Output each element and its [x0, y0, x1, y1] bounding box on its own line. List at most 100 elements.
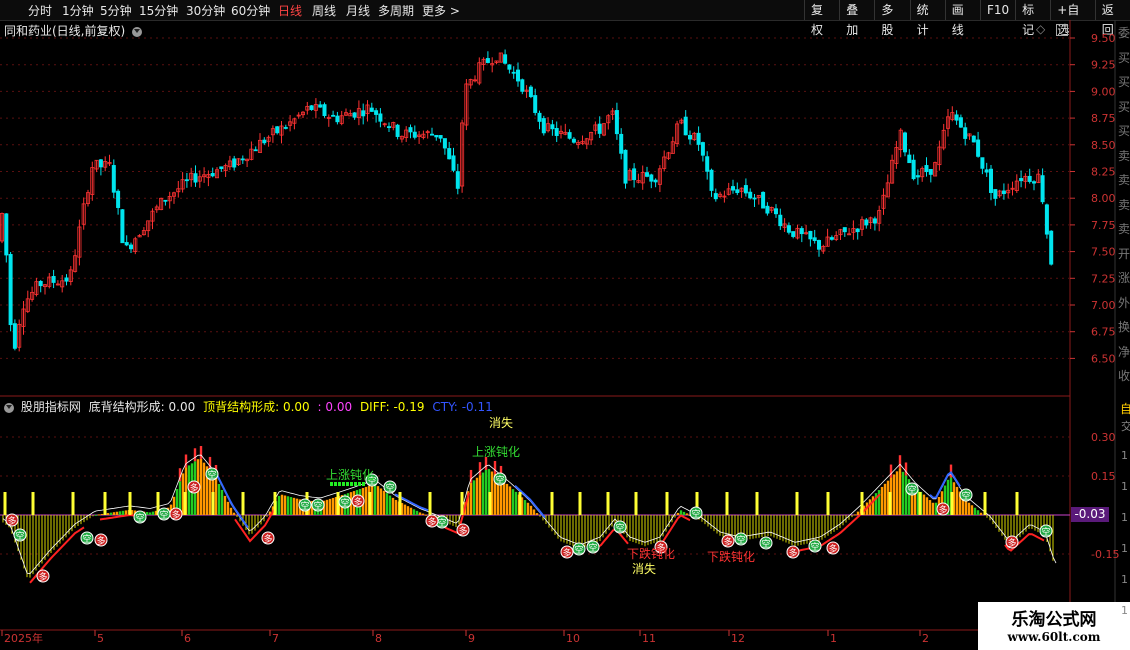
candle-body — [864, 219, 869, 226]
date-label-10: 2 — [922, 632, 929, 645]
ind-pos-bar — [277, 495, 281, 515]
side-tab-4[interactable]: 买 — [1118, 122, 1130, 139]
ind-pos-bar — [112, 512, 116, 515]
price-tick-label: 7.50 — [1091, 246, 1116, 259]
ind-pos-bar — [877, 490, 881, 515]
candle-body — [361, 110, 366, 117]
side-tab-10[interactable]: 涨 — [1118, 269, 1130, 286]
kong-marker-3-label: 空 — [159, 509, 168, 521]
annotation-rise-blunt-2: 上涨钝化 — [325, 468, 375, 482]
ind-tick-label: -0.15 — [1091, 548, 1119, 561]
right-edge-mark-1: 1 — [1121, 449, 1128, 462]
candle-body — [761, 191, 766, 209]
price-tick-label: 6.75 — [1091, 326, 1116, 339]
yellow-marker — [3, 492, 7, 515]
yellow-marker — [983, 492, 987, 515]
side-tab-14[interactable]: 收 — [1118, 367, 1130, 384]
side-tab-7[interactable]: 卖 — [1118, 196, 1130, 213]
yellow-marker — [755, 492, 759, 515]
duo-marker-4-label: 多 — [189, 482, 198, 494]
side-tab-11[interactable]: 外 — [1118, 294, 1130, 311]
indicator-collapse-icon[interactable] — [4, 402, 14, 413]
side-tab-12[interactable]: 换 — [1118, 318, 1130, 335]
ind-pos-bar — [676, 512, 680, 515]
ind-pos-bar — [295, 498, 299, 515]
ind-pos-bar — [412, 509, 416, 515]
candle-body — [688, 134, 693, 140]
ind-pos-bar — [880, 486, 884, 515]
side-tab-0[interactable]: 委 — [1118, 24, 1130, 41]
candle-body — [1027, 175, 1032, 182]
date-label-5: 9 — [468, 632, 475, 645]
candle-body — [275, 126, 280, 134]
ind-pos-bar — [220, 489, 224, 515]
candle-body — [735, 189, 740, 194]
candle-body — [645, 172, 650, 177]
ind-pos-bar — [151, 511, 155, 515]
duo-marker-12-label: 多 — [788, 547, 797, 559]
candle-body — [778, 214, 783, 227]
ind-pos-bar — [418, 512, 422, 515]
side-tab-5[interactable]: 卖 — [1118, 147, 1130, 164]
side-tab-2[interactable]: 买 — [1118, 73, 1130, 90]
side-tab-9[interactable]: 开 — [1118, 245, 1130, 262]
price-tick-label: 7.25 — [1091, 272, 1116, 285]
side-tab-13[interactable]: 净 — [1118, 343, 1130, 360]
candle-body — [516, 69, 521, 82]
chart-canvas[interactable]: 9.50 9.25 9.00 8.75 8.50 8.25 8.00 7.75 7.50 7.25… — [0, 0, 1130, 650]
candle-body — [507, 64, 512, 70]
ind-pos-bar — [475, 477, 479, 515]
date-label-9: 1 — [830, 632, 837, 645]
date-label-8: 12 — [731, 632, 745, 645]
ind-pos-bar — [526, 502, 530, 515]
side-tab-8[interactable]: 卖 — [1118, 220, 1130, 237]
ind-pos-bar — [853, 514, 857, 516]
candle-body — [993, 189, 998, 199]
ind-pos-bar — [922, 494, 926, 515]
date-label-2: 6 — [184, 632, 191, 645]
kong-marker-10-label: 空 — [437, 517, 446, 529]
date-label-3: 7 — [272, 632, 279, 645]
ind-pos-bar — [970, 505, 974, 515]
candle-body — [731, 186, 736, 191]
ind-pos-bar — [679, 510, 683, 515]
ind-pos-bar — [100, 513, 104, 515]
right-tab-label[interactable]: 自 — [1120, 400, 1130, 417]
candle-body — [903, 132, 908, 153]
price-tick-label: 8.75 — [1091, 112, 1116, 125]
price-tick-label: 7.75 — [1091, 219, 1116, 232]
annotation-rise-blunt-1: 上涨钝化 — [471, 445, 521, 459]
date-label-0: 2025年 — [4, 631, 43, 645]
side-tab-1[interactable]: 买 — [1118, 49, 1130, 66]
duo-marker-2-label: 多 — [96, 535, 105, 547]
candle-body — [64, 277, 69, 282]
candle-body — [438, 135, 443, 139]
candle-body — [989, 168, 994, 193]
ind-pos-bar — [391, 497, 395, 515]
candle-body — [395, 124, 400, 137]
ind-pos-bar — [856, 511, 860, 515]
candle-body — [378, 113, 383, 122]
ind-pos-bar — [232, 512, 236, 515]
diff-value: -0.19 — [393, 400, 425, 414]
kong-marker-4-label: 空 — [207, 469, 216, 481]
ind-pos-bar — [280, 494, 284, 515]
ind-pos-bar — [514, 491, 518, 515]
candle-body — [253, 149, 258, 152]
kong-marker-1-label: 空 — [82, 533, 91, 545]
candle-body — [842, 227, 847, 233]
annotation-vanish-top: 消失 — [488, 416, 514, 430]
side-tab-6[interactable]: 卖 — [1118, 171, 1130, 188]
price-tick-label: 9.25 — [1091, 59, 1116, 72]
ind-pos-bar — [892, 474, 896, 515]
yellow-marker — [795, 492, 799, 515]
ind-pos-bar — [217, 483, 221, 515]
side-tab-3[interactable]: 买 — [1118, 98, 1130, 115]
bottom-div-label: 底背结构形成: — [88, 400, 165, 414]
ind-pos-bar — [376, 486, 380, 515]
candle-body — [614, 110, 619, 135]
yellow-marker — [888, 492, 892, 515]
candle-body — [184, 179, 189, 182]
ind-pos-bar — [382, 490, 386, 515]
candle-body — [817, 240, 822, 250]
